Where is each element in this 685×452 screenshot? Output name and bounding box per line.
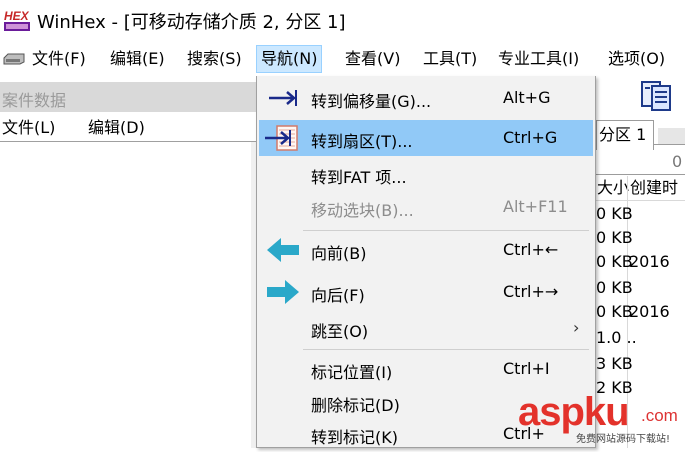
menu-item-label: 标记位置(I): [311, 363, 393, 382]
forward-arrow-icon: [263, 278, 303, 306]
table-cell-size: 0 KB: [596, 302, 633, 321]
table-cell-size: 0 KB: [596, 252, 633, 271]
goto-sector-icon: [263, 124, 303, 152]
menu-item-shortcut: Alt+G: [503, 88, 551, 107]
menu-item-back[interactable]: 向前(B) Ctrl+←: [259, 232, 593, 268]
table-cell-size: 0 KB: [596, 278, 633, 297]
case-data-title: 案件数据: [2, 91, 67, 110]
menu-navigation[interactable]: 导航(N): [256, 45, 323, 73]
table-cell-size: 3 KB: [596, 354, 633, 373]
menu-item-shortcut: Alt+F11: [503, 197, 568, 216]
column-header-created[interactable]: 创建时: [630, 176, 678, 200]
divider: [0, 141, 258, 142]
menu-file[interactable]: 文件(F): [28, 46, 90, 72]
watermark-suffix: .com: [641, 406, 678, 425]
menu-item-label: 删除标记(D): [311, 396, 400, 415]
menu-item-label: 跳至(O): [311, 322, 369, 341]
path-bar: 0: [596, 150, 685, 175]
menu-separator: [303, 230, 589, 231]
menu-options[interactable]: 选项(O): [604, 46, 669, 72]
svg-text:HEX: HEX: [4, 9, 30, 23]
menu-item-shortcut: Ctrl+G: [503, 128, 558, 147]
watermark-brand: aspku: [518, 390, 630, 434]
menu-item-move-block: 移动选块(B)... Alt+F11: [259, 189, 593, 225]
winhex-logo-icon: HEX: [3, 7, 31, 33]
arrow-right-to-bar-icon: [263, 84, 303, 112]
window-title: WinHex - [可移动存储介质 2, 分区 1]: [37, 12, 346, 33]
menu-item-shortcut: Ctrl+→: [503, 282, 559, 301]
case-data-panel: 案件数据 文件(L) 编辑(D): [0, 76, 258, 448]
menu-item-goto-offset[interactable]: 转到偏移量(G)... Alt+G: [259, 80, 593, 116]
menu-item-goto-fat[interactable]: 转到FAT 项...: [259, 156, 593, 192]
table-cell-size: 1.0 ..: [596, 328, 637, 347]
menu-item-shortcut: Ctrl+←: [503, 240, 559, 259]
toolbar-document-icon[interactable]: [640, 80, 674, 112]
menu-view[interactable]: 查看(V): [341, 46, 404, 72]
menu-edit[interactable]: 编辑(E): [106, 46, 169, 72]
menu-item-label: 转到标记(K): [311, 428, 398, 447]
menu-item-jump-to[interactable]: 跳至(O) ›: [259, 310, 593, 346]
back-arrow-icon: [263, 236, 303, 264]
table-cell-size: 0 KB: [596, 228, 633, 247]
menu-item-label: 向前(B): [311, 244, 367, 263]
menu-tools[interactable]: 工具(T): [419, 46, 481, 72]
disk-icon[interactable]: [2, 51, 26, 65]
menu-item-forward[interactable]: 向后(F) Ctrl+→: [259, 274, 593, 310]
menu-item-goto-sector[interactable]: 转到扇区(T)... Ctrl+G: [259, 120, 593, 156]
menu-item-mark-position[interactable]: 标记位置(I) Ctrl+I: [259, 351, 593, 387]
menu-item-label: 向后(F): [311, 286, 365, 305]
case-data-header: 案件数据: [0, 82, 258, 112]
chevron-right-icon: ›: [573, 318, 580, 337]
header-divider: [596, 200, 685, 201]
menu-separator: [303, 349, 589, 350]
case-menu-file[interactable]: 文件(L): [2, 117, 55, 139]
menu-item-label: 转到FAT 项...: [311, 168, 407, 187]
table-cell-date: 2016: [629, 302, 670, 321]
menu-search[interactable]: 搜索(S): [183, 46, 246, 72]
menu-item-label: 转到扇区(T)...: [311, 132, 413, 151]
watermark-logo: aspku .com 免费网站源码下载站!: [518, 392, 685, 448]
case-menu-edit[interactable]: 编辑(D): [88, 117, 145, 139]
tab-strip: [658, 128, 685, 144]
menu-item-label: 转到偏移量(G)...: [311, 92, 432, 111]
tab-partition-1[interactable]: 分区 1: [596, 120, 654, 150]
table-cell-size: 0 KB: [596, 204, 633, 223]
menu-bar: 文件(F) 编辑(E) 搜索(S) 导航(N) 查看(V) 工具(T) 专业工具…: [0, 40, 685, 76]
table-cell-date: 2016: [629, 252, 670, 271]
column-header-size[interactable]: 大小: [597, 176, 629, 200]
menu-item-shortcut: Ctrl+I: [503, 359, 550, 378]
watermark-tagline: 免费网站源码下载站!: [576, 434, 671, 445]
ruler-value: 0: [672, 152, 683, 171]
menu-item-label: 移动选块(B)...: [311, 201, 414, 220]
title-bar: HEX WinHex - [可移动存储介质 2, 分区 1]: [0, 0, 685, 40]
menu-pro-tools[interactable]: 专业工具(I): [494, 46, 583, 72]
